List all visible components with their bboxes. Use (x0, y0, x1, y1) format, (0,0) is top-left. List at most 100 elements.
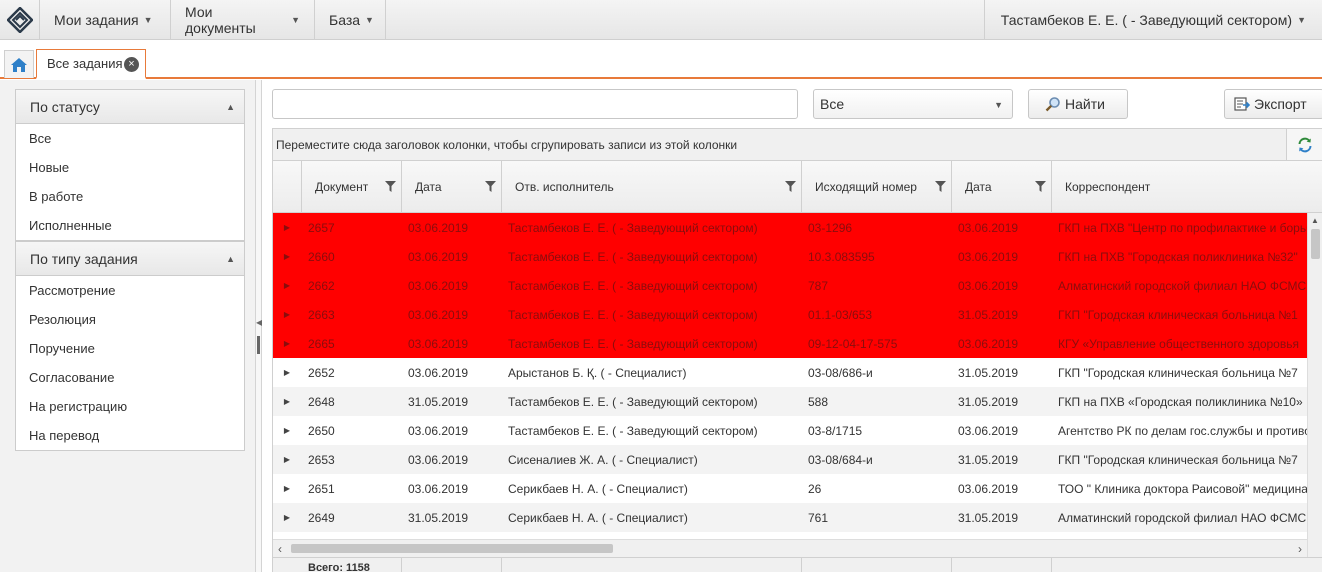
type-item-approval[interactable]: Согласование (16, 363, 244, 392)
filter-icon[interactable] (385, 181, 396, 195)
horizontal-scrollbar[interactable]: ‹ › (273, 539, 1307, 557)
column-title: Дата (965, 180, 992, 194)
collapse-arrow-icon[interactable]: ▲ (226, 102, 235, 112)
app-logo-icon[interactable] (0, 0, 40, 40)
total-count: Всего: 1158 (308, 562, 370, 572)
filter-icon[interactable] (1035, 181, 1046, 195)
expand-row-icon[interactable]: ▶ (273, 300, 301, 329)
chevron-down-icon: ▼ (143, 15, 153, 25)
column-header-outgoing-date[interactable]: Дата (951, 161, 1051, 213)
expand-row-icon[interactable]: ▶ (273, 213, 301, 242)
cell-correspondent: ГКП "Городская клиническая больница №7 (1058, 365, 1298, 380)
cell-document: 2648 (308, 394, 335, 409)
expand-row-icon[interactable]: ▶ (273, 416, 301, 445)
type-item-assignment[interactable]: Поручение (16, 334, 244, 363)
vertical-scrollbar[interactable]: ▲ (1307, 213, 1322, 557)
expand-row-icon[interactable]: ▶ (273, 445, 301, 474)
cell-document: 2657 (308, 220, 335, 235)
column-title: Документ (315, 180, 369, 194)
cell-outgoing-date: 31.05.2019 (958, 510, 1019, 525)
cell-date: 31.05.2019 (408, 532, 500, 539)
table-row[interactable]: ▶ 2662 03.06.2019 Тастамбеков Е. Е. ( - Зав… (273, 271, 1307, 300)
filter-icon[interactable] (785, 181, 796, 195)
column-header-document[interactable]: Документ (301, 161, 401, 213)
menu-my-tasks[interactable]: Мои задания ▼ (40, 0, 171, 40)
vertical-scroll-thumb[interactable] (1311, 229, 1320, 259)
cell-outgoing-number: 03-08/684-и (808, 452, 873, 467)
menu-my-documents[interactable]: Мои документы ▼ (171, 0, 315, 40)
user-menu[interactable]: Тастамбеков Е. Е. ( - Заведующий секторо… (983, 0, 1322, 40)
cell-document: 2650 (308, 423, 335, 438)
column-title: Корреспондент (1065, 180, 1151, 194)
close-icon[interactable]: × (124, 57, 139, 72)
cell-date: 03.06.2019 (408, 423, 469, 438)
status-panel-header[interactable]: По статусу ▲ (16, 90, 244, 124)
tasks-grid: Переместите сюда заголовок колонки, чтоб… (272, 128, 1322, 572)
column-header-outgoing-number[interactable]: Исходящий номер (801, 161, 951, 213)
splitter-handle[interactable] (257, 336, 260, 354)
cell-executor: Тастамбеков Е. Е. ( - Заведующий секторо… (508, 307, 758, 322)
table-row[interactable]: ▶ 2660 03.06.2019 Тастамбеков Е. Е. ( - Зав… (273, 242, 1307, 271)
tab-strip: Все задания × (0, 40, 1322, 79)
cell-outgoing-number: 787 (808, 278, 829, 293)
home-icon (11, 57, 27, 72)
filter-icon[interactable] (485, 181, 496, 195)
expand-row-icon[interactable]: ▶ (273, 503, 301, 532)
export-button[interactable]: Экспорт (1224, 89, 1322, 119)
table-row[interactable]: ▶ 2652 03.06.2019 Арыстанов Б. Қ. ( - Специ… (273, 358, 1307, 387)
table-row[interactable]: ▶ 2653 03.06.2019 Сисеналиев Ж. А. ( - Спец… (273, 445, 1307, 474)
status-item-completed[interactable]: Исполненные (16, 211, 244, 240)
table-row[interactable]: ▶ 2649 31.05.2019 Серикбаев Н. А. ( - Специ… (273, 503, 1307, 532)
status-item-in-progress[interactable]: В работе (16, 182, 244, 211)
column-header-executor[interactable]: Отв. исполнитель (501, 161, 801, 213)
cell-date: 03.06.2019 (408, 365, 469, 380)
status-select[interactable]: Все ▼ (813, 89, 1013, 119)
table-row[interactable]: ▶ 2665 03.06.2019 Тастамбеков Е. Е. ( - Зав… (273, 329, 1307, 358)
cell-outgoing-date: 03.06.2019 (958, 278, 1019, 293)
expand-row-icon[interactable]: ▶ (273, 474, 301, 503)
home-tab[interactable] (4, 50, 34, 78)
scroll-up-icon[interactable]: ▲ (1311, 216, 1319, 225)
footer-divider (951, 558, 952, 572)
status-item-all[interactable]: Все (16, 124, 244, 153)
horizontal-scroll-thumb[interactable] (291, 544, 613, 553)
table-row[interactable]: ▶ 2651 03.06.2019 Серикбаев Н. А. ( - Специ… (273, 474, 1307, 503)
table-row[interactable]: ▶ 2646 31.05.2019 Серикбаев Н. А. ( - Специ… (273, 532, 1307, 539)
scroll-right-icon[interactable]: › (1298, 542, 1302, 556)
table-row[interactable]: ▶ 2648 31.05.2019 Тастамбеков Е. Е. ( - Зав… (273, 387, 1307, 416)
search-icon (1045, 96, 1061, 112)
collapse-arrow-icon[interactable]: ▲ (226, 254, 235, 264)
cell-document: 2660 (308, 249, 335, 264)
table-row[interactable]: ▶ 2650 03.06.2019 Тастамбеков Е. Е. ( - Зав… (273, 416, 1307, 445)
group-drop-area[interactable]: Переместите сюда заголовок колонки, чтоб… (273, 129, 1322, 161)
type-item-registration[interactable]: На регистрацию (16, 392, 244, 421)
cell-executor: Арыстанов Б. Қ. ( - Специалист) (508, 365, 687, 380)
column-header-date[interactable]: Дата (401, 161, 501, 213)
table-row[interactable]: ▶ 2657 03.06.2019 Тастамбеков Е. Е. ( - Зав… (273, 213, 1307, 242)
menu-base[interactable]: База ▼ (315, 0, 386, 40)
expand-row-icon[interactable]: ▶ (273, 271, 301, 300)
cell-date: 03.06.2019 (408, 307, 469, 322)
expand-row-icon[interactable]: ▶ (273, 387, 301, 416)
expand-row-icon[interactable]: ▶ (273, 329, 301, 358)
column-header-correspondent[interactable]: Корреспондент (1051, 161, 1322, 213)
cell-executor: Тастамбеков Е. Е. ( - Заведующий секторо… (508, 423, 758, 438)
type-item-review[interactable]: Рассмотрение (16, 276, 244, 305)
expand-row-icon[interactable]: ▶ (273, 242, 301, 271)
cell-correspondent: Алматинский городской филиал НАО ФСМС (1058, 510, 1307, 525)
type-item-translation[interactable]: На перевод (16, 421, 244, 450)
tab-all-tasks[interactable]: Все задания × (36, 49, 146, 79)
type-item-resolution[interactable]: Резолюция (16, 305, 244, 334)
search-input[interactable] (272, 89, 798, 119)
find-button[interactable]: Найти (1028, 89, 1128, 119)
expand-row-icon[interactable]: ▶ (273, 358, 301, 387)
scroll-left-icon[interactable]: ‹ (278, 542, 282, 556)
refresh-button[interactable] (1286, 129, 1322, 160)
expand-row-icon[interactable]: ▶ (273, 532, 301, 539)
type-panel-header[interactable]: По типу задания ▲ (16, 242, 244, 276)
status-panel-title: По статусу (30, 98, 100, 115)
table-row[interactable]: ▶ 2663 03.06.2019 Тастамбеков Е. Е. ( - Зав… (273, 300, 1307, 329)
cell-executor: Тастамбеков Е. Е. ( - Заведующий секторо… (508, 394, 758, 409)
filter-icon[interactable] (935, 181, 946, 195)
status-item-new[interactable]: Новые (16, 153, 244, 182)
